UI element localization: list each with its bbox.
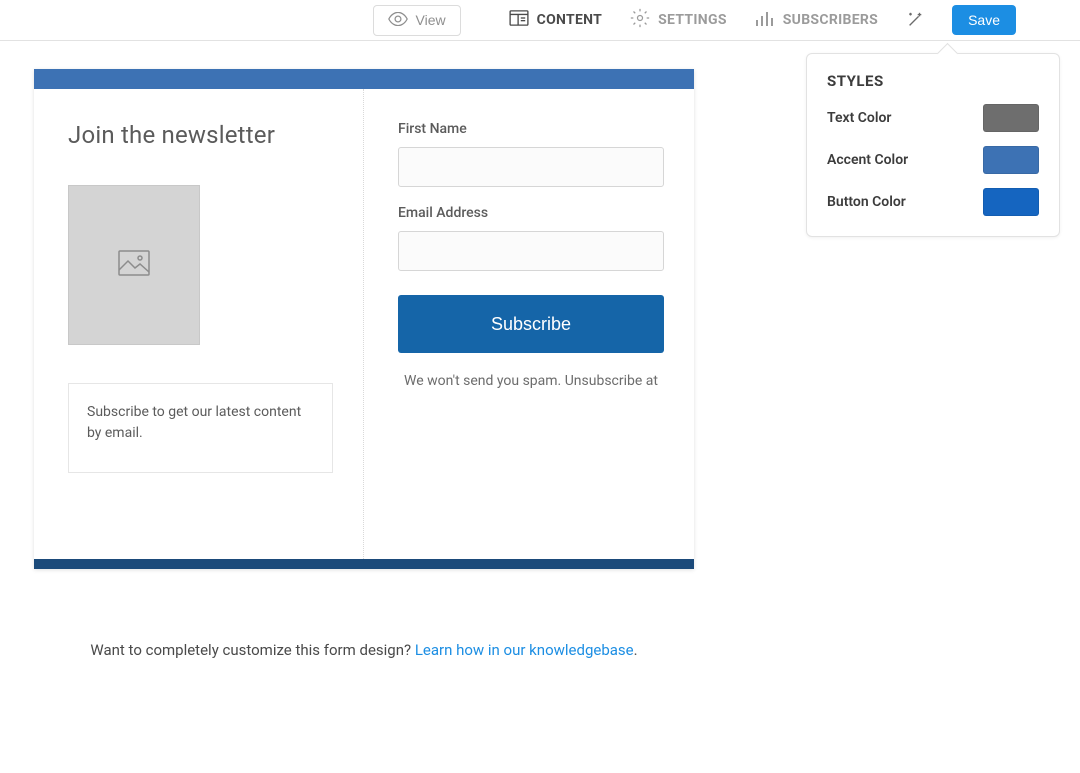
- button-color-swatch[interactable]: [983, 188, 1039, 216]
- form-body: Join the newsletter Subscribe to get our…: [34, 89, 694, 559]
- accent-color-label: Accent Color: [827, 152, 908, 168]
- button-color-label: Button Color: [827, 194, 906, 210]
- tab-subscribers-label: SUBSCRIBERS: [783, 12, 878, 28]
- help-link[interactable]: Learn how in our knowledgebase: [415, 641, 634, 659]
- top-toolbar: View CONTENT SETTINGS: [0, 0, 1080, 41]
- tab-subscribers[interactable]: SUBSCRIBERS: [755, 10, 878, 30]
- form-accent-top: [34, 69, 694, 89]
- image-placeholder[interactable]: [68, 185, 200, 345]
- view-label: View: [416, 12, 446, 28]
- tab-content-label: CONTENT: [537, 12, 603, 28]
- first-name-label: First Name: [398, 121, 664, 137]
- form-title[interactable]: Join the newsletter: [68, 121, 333, 149]
- form-right-column: First Name Email Address Subscribe We wo…: [364, 89, 694, 559]
- help-prefix: Want to completely customize this form d…: [90, 641, 414, 659]
- accent-color-swatch[interactable]: [983, 146, 1039, 174]
- tab-content[interactable]: CONTENT: [509, 10, 603, 30]
- view-button[interactable]: View: [373, 5, 461, 36]
- form-description[interactable]: Subscribe to get our latest content by e…: [68, 383, 333, 473]
- style-row-text-color: Text Color: [827, 104, 1039, 132]
- help-text: Want to completely customize this form d…: [34, 641, 694, 659]
- styles-heading: STYLES: [827, 72, 1039, 90]
- form-accent-bottom: [34, 559, 694, 569]
- style-row-accent-color: Accent Color: [827, 146, 1039, 174]
- magic-wand-icon[interactable]: [906, 11, 924, 29]
- help-suffix: .: [634, 641, 638, 659]
- first-name-input[interactable]: [398, 147, 664, 187]
- form-preview-card: Join the newsletter Subscribe to get our…: [34, 69, 694, 569]
- form-left-column: Join the newsletter Subscribe to get our…: [34, 89, 364, 559]
- image-icon: [118, 250, 150, 280]
- style-row-button-color: Button Color: [827, 188, 1039, 216]
- tab-settings[interactable]: SETTINGS: [630, 8, 727, 32]
- text-color-label: Text Color: [827, 110, 891, 126]
- styles-panel: STYLES Text Color Accent Color Button Co…: [806, 53, 1060, 237]
- save-button[interactable]: Save: [952, 5, 1016, 35]
- bars-icon: [755, 10, 775, 30]
- tab-settings-label: SETTINGS: [658, 12, 727, 28]
- eye-icon: [388, 12, 408, 29]
- nospam-text: We won't send you spam. Unsubscribe at: [398, 373, 664, 389]
- subscribe-button[interactable]: Subscribe: [398, 295, 664, 353]
- email-input[interactable]: [398, 231, 664, 271]
- gear-icon: [630, 8, 650, 32]
- email-label: Email Address: [398, 205, 664, 221]
- text-color-swatch[interactable]: [983, 104, 1039, 132]
- content-icon: [509, 10, 529, 30]
